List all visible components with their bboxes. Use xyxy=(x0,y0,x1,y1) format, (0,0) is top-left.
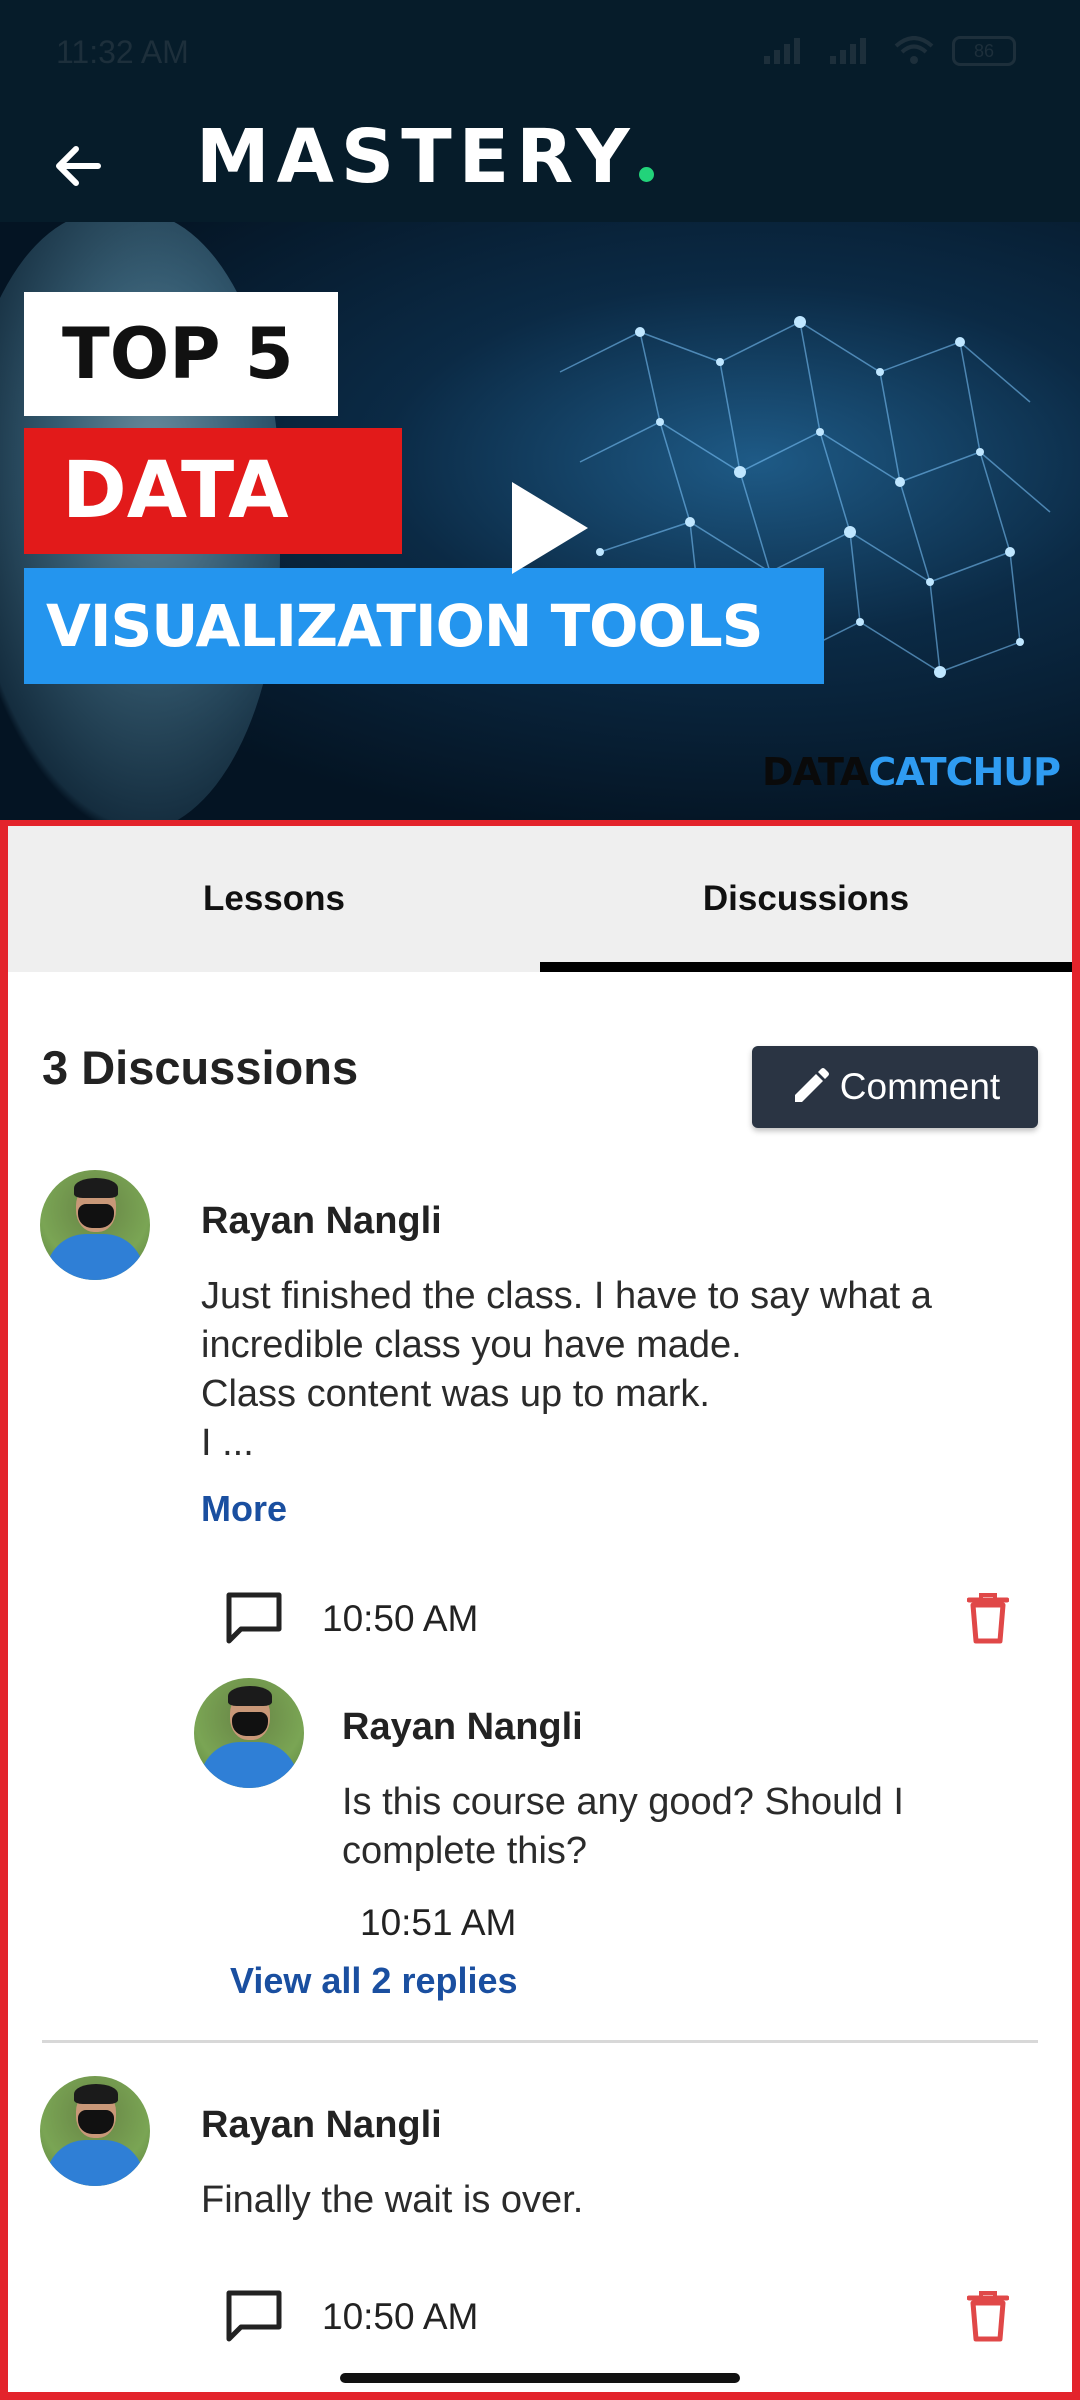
comment-author: Rayan Nangli xyxy=(201,1200,442,1242)
watermark-logo: DATACATCHUP xyxy=(761,750,1061,794)
back-arrow-icon xyxy=(56,146,101,186)
avatar[interactable] xyxy=(194,1678,304,1788)
brand-logo: MASTERY xyxy=(196,114,654,200)
app-bar: MASTERY xyxy=(0,110,1080,222)
view-replies-link[interactable]: View all 2 replies xyxy=(230,1960,518,2002)
more-link[interactable]: More xyxy=(201,1488,287,1530)
tab-discussions[interactable]: Discussions xyxy=(540,826,1072,972)
back-button[interactable] xyxy=(40,128,116,204)
video-player[interactable]: TOP 5 DATA VISUALIZATION TOOLS DATACATCH… xyxy=(0,222,1080,820)
signal-icon xyxy=(764,38,800,64)
reply-text: Is this course any good? Should I comple… xyxy=(342,1781,904,1872)
avatar[interactable] xyxy=(40,1170,150,1280)
watermark-part-b: CATCHUP xyxy=(868,750,1061,794)
delete-button[interactable] xyxy=(958,2286,1018,2346)
reply-time: 10:51 AM xyxy=(360,1902,517,1943)
chat-bubble-icon xyxy=(226,2290,282,2342)
thumbnail-title-line1: TOP 5 xyxy=(24,292,338,416)
battery-icon: 86 xyxy=(952,36,1016,66)
pencil-icon xyxy=(794,1068,829,1102)
status-icons: 86 xyxy=(762,36,1016,66)
comment-time: 10:50 AM xyxy=(322,2296,479,2337)
trash-icon xyxy=(967,1593,1009,1644)
status-time: 11:32 AM xyxy=(56,34,189,70)
divider xyxy=(42,2040,1038,2043)
brand-name: MASTERY xyxy=(196,114,637,200)
discussion-panel: Lessons Discussions 3 Discussions Commen… xyxy=(0,820,1080,2400)
comment-button-label: Comment xyxy=(839,1066,1001,1107)
tab-bar: Lessons Discussions xyxy=(8,826,1072,972)
brand-dot xyxy=(638,167,654,182)
play-icon[interactable] xyxy=(508,478,592,578)
tab-lessons[interactable]: Lessons xyxy=(8,826,540,972)
reply-button[interactable] xyxy=(222,2284,286,2348)
thumbnail-title-line3: VISUALIZATION TOOLS xyxy=(24,568,824,684)
wifi-icon xyxy=(894,36,934,64)
comment-text: Finally the wait is over. xyxy=(201,2179,584,2221)
status-bar: 11:32 AM 86 xyxy=(0,0,1080,110)
discussions-count: 3 Discussions xyxy=(42,1041,359,1094)
reply-button[interactable] xyxy=(222,1586,286,1650)
reply-author: Rayan Nangli xyxy=(342,1706,583,1748)
delete-button[interactable] xyxy=(958,1588,1018,1648)
signal-icon-2 xyxy=(830,38,866,64)
comment-button[interactable]: Comment xyxy=(752,1046,1038,1128)
trash-icon xyxy=(967,2291,1009,2342)
comment-time: 10:50 AM xyxy=(322,1598,479,1639)
chat-bubble-icon xyxy=(226,1592,282,1644)
home-indicator[interactable] xyxy=(340,2373,740,2383)
watermark-part-a: DATA xyxy=(761,750,869,794)
comment-author: Rayan Nangli xyxy=(201,2104,442,2146)
avatar[interactable] xyxy=(40,2076,150,2186)
thumbnail-title-line2: DATA xyxy=(24,428,402,554)
comment-text: Just finished the class. I have to say w… xyxy=(201,1275,932,1464)
